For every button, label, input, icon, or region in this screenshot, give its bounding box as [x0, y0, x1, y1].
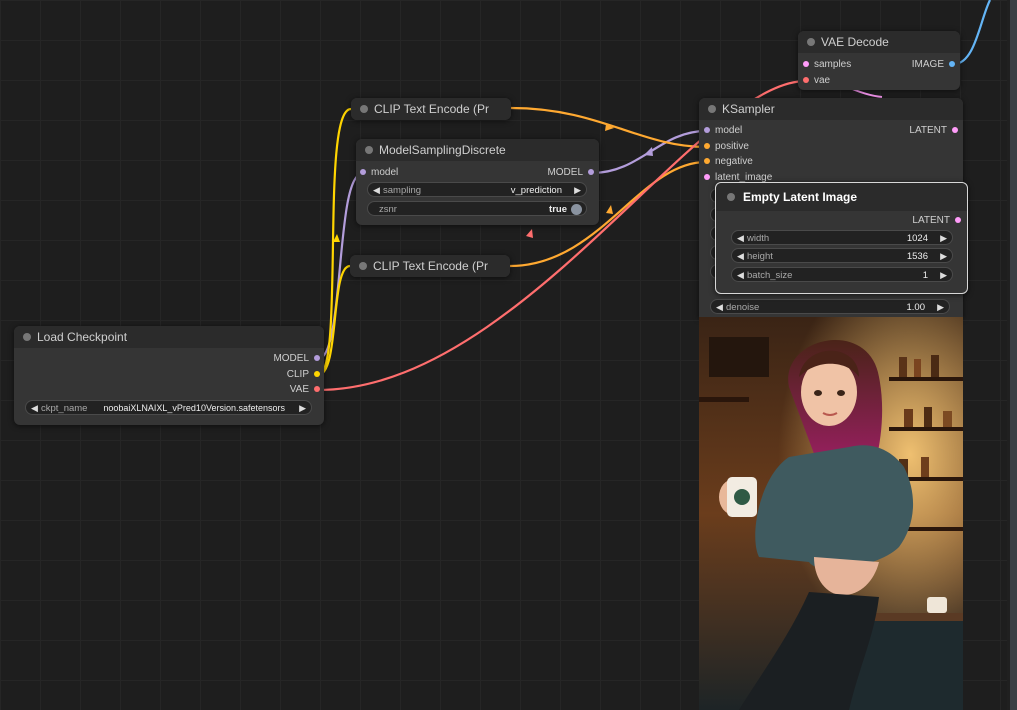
arrow-left-icon[interactable]: ◀: [373, 183, 380, 198]
collapse-dot-icon[interactable]: [23, 333, 31, 341]
socket-dot-icon[interactable]: [704, 158, 710, 165]
arrow-right-icon[interactable]: ▶: [940, 231, 947, 246]
wire-arrow: [333, 234, 340, 242]
zsnr-toggle[interactable]: zsnr true: [367, 201, 587, 216]
output-image[interactable]: IMAGE: [912, 58, 955, 72]
arrow-left-icon[interactable]: ◀: [737, 231, 744, 246]
node-title-clip-positive[interactable]: CLIP Text Encode (Pr: [351, 98, 511, 120]
height-widget[interactable]: ◀ height 1536 ▶: [731, 248, 953, 263]
preview-illustration: [699, 317, 963, 710]
output-model[interactable]: MODEL: [273, 352, 320, 366]
arrow-left-icon[interactable]: ◀: [31, 401, 38, 416]
collapse-dot-icon[interactable]: [807, 38, 815, 46]
arrow-left-icon[interactable]: ◀: [737, 249, 744, 264]
node-title-clip-negative[interactable]: CLIP Text Encode (Pr: [350, 255, 510, 277]
arrow-left-icon[interactable]: ◀: [737, 268, 744, 283]
node-model-sampling-discrete[interactable]: ModelSamplingDiscrete model MODEL ◀ samp…: [356, 139, 599, 225]
socket-dot-icon[interactable]: [955, 217, 961, 224]
arrow-right-icon[interactable]: ▶: [940, 268, 947, 283]
collapse-dot-icon[interactable]: [359, 262, 367, 270]
denoise-widget[interactable]: ◀ denoise 1.00 ▶: [710, 299, 950, 314]
socket-dot-icon[interactable]: [949, 61, 955, 68]
width-widget[interactable]: ◀ width 1024 ▶: [731, 230, 953, 245]
node-title-vae-decode[interactable]: VAE Decode: [798, 31, 960, 53]
input-samples[interactable]: samples: [803, 58, 851, 72]
output-latent[interactable]: LATENT: [912, 214, 961, 228]
toggle-knob-icon[interactable]: [571, 204, 582, 215]
ckpt-name-combo[interactable]: ◀ ckpt_name noobaiXLNAIXL_vPred10Version…: [25, 400, 312, 415]
node-title-model-sampling[interactable]: ModelSamplingDiscrete: [356, 139, 599, 161]
arrow-right-icon[interactable]: ▶: [937, 300, 944, 315]
batch-size-widget[interactable]: ◀ batch_size 1 ▶: [731, 267, 953, 282]
output-latent[interactable]: LATENT: [909, 124, 958, 138]
collapse-dot-icon[interactable]: [727, 193, 735, 201]
right-edge-panel: [1007, 0, 1017, 710]
collapse-dot-icon[interactable]: [365, 146, 373, 154]
sampling-combo[interactable]: ◀ sampling v_prediction ▶: [367, 182, 587, 197]
socket-dot-icon[interactable]: [704, 143, 710, 150]
socket-dot-icon[interactable]: [803, 61, 809, 68]
input-vae[interactable]: vae: [803, 74, 830, 88]
socket-dot-icon[interactable]: [314, 386, 320, 393]
socket-dot-icon[interactable]: [314, 371, 320, 378]
collapse-dot-icon[interactable]: [360, 105, 368, 113]
socket-dot-icon[interactable]: [360, 169, 366, 176]
arrow-right-icon[interactable]: ▶: [299, 401, 306, 416]
node-clip-text-encode-positive[interactable]: CLIP Text Encode (Pr: [351, 98, 511, 120]
node-empty-latent-image[interactable]: Empty Latent Image LATENT ◀ width 1024 ▶…: [715, 182, 968, 294]
wire-arrow: [526, 229, 533, 238]
node-clip-text-encode-negative[interactable]: CLIP Text Encode (Pr: [350, 255, 510, 277]
input-negative[interactable]: negative: [704, 155, 753, 169]
socket-dot-icon[interactable]: [803, 77, 809, 84]
socket-dot-icon[interactable]: [952, 127, 958, 134]
node-title-load-checkpoint[interactable]: Load Checkpoint: [14, 326, 324, 348]
ksampler-preview-image: [699, 317, 963, 710]
output-clip[interactable]: CLIP: [287, 368, 320, 382]
node-vae-decode[interactable]: VAE Decode samples vae IMAGE: [798, 31, 960, 90]
node-load-checkpoint[interactable]: Load Checkpoint MODEL CLIP VAE ◀ ckpt_na…: [14, 326, 324, 425]
arrow-right-icon[interactable]: ▶: [940, 249, 947, 264]
node-title-ksampler[interactable]: KSampler: [699, 98, 963, 120]
socket-dot-icon[interactable]: [314, 355, 320, 362]
output-model[interactable]: MODEL: [547, 166, 594, 180]
wire-arrow: [606, 205, 613, 214]
socket-dot-icon[interactable]: [704, 127, 710, 134]
input-positive[interactable]: positive: [704, 140, 749, 154]
output-vae[interactable]: VAE: [290, 383, 320, 397]
socket-dot-icon[interactable]: [588, 169, 594, 176]
wire-arrow: [605, 124, 614, 131]
wire-model-ksampler: [591, 129, 707, 175]
arrow-left-icon[interactable]: ◀: [716, 300, 723, 315]
input-model[interactable]: model: [704, 124, 742, 138]
socket-dot-icon[interactable]: [704, 174, 710, 181]
wire-arrow: [644, 147, 653, 156]
input-model[interactable]: model: [360, 166, 398, 180]
node-title-empty-latent[interactable]: Empty Latent Image: [716, 183, 967, 211]
arrow-right-icon[interactable]: ▶: [574, 183, 581, 198]
collapse-dot-icon[interactable]: [708, 105, 716, 113]
